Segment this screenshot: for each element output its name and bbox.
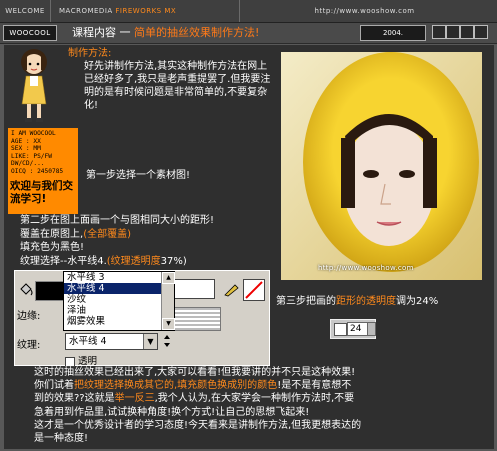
step1-text: 第一步选择一个素材图! [86, 170, 191, 181]
conclusion-text-part: 到的效果??这就是 [34, 393, 115, 405]
conclusion-text-part: 你们试着 [34, 380, 74, 392]
step3-text-part: 调为24% [396, 296, 439, 307]
conclusion-line: 你们试着把纹理选择换成其它的,填充颜色换成别的颜色!是不是有意想不 [34, 379, 486, 392]
woocool-logo[interactable]: WOOCOOL [3, 25, 57, 41]
profile-line: OICQ : 2450785 [11, 167, 64, 175]
title-highlight: 简单的抽丝效果制作方法! [134, 26, 260, 39]
opacity-value-field[interactable]: 24 [347, 322, 369, 336]
macromedia-label: MACROMEDIA [59, 7, 113, 15]
profile-line: AGE : XX [11, 137, 41, 145]
intro-paragraph: 好先讲制作方法,其实这种制作方法在网上已经好多了,我只是老声重提罢了.但我要注明… [84, 61, 271, 111]
conclusion-text-part: !是不是有意想不 [277, 380, 352, 392]
texture-amount-arrows-icon[interactable] [163, 333, 171, 349]
maximize-button[interactable] [446, 25, 460, 39]
profile-line: DW/CD/... [11, 160, 45, 168]
opacity-spinner: 24 [330, 319, 376, 339]
scroll-down-icon[interactable]: ▼ [162, 318, 175, 330]
welcome-link[interactable]: WELCOME [0, 0, 51, 22]
chevron-down-icon[interactable]: ▼ [143, 334, 157, 349]
sample-photo [281, 52, 482, 280]
stroke-none-icon[interactable] [243, 279, 265, 301]
pencil-icon [224, 284, 239, 297]
photo-watermark: http://www.wooshow.com [318, 264, 414, 272]
conclusion-line: 这才是一个优秀设计者的学习态度!今天看来是讲制作方法,但我更想表达的 [34, 419, 362, 431]
conclusion-paragraph: 这时的抽丝效果已经出来了,大家可以看看!但我要讲的并不只是这种效果! 你们试着把… [34, 366, 486, 445]
author-profile-card: I AM WOOCOOL AGE : XX SEX : MM LIKE: PS/… [8, 128, 78, 214]
step2-line: 覆盖在原图上,(全部覆盖) [20, 228, 268, 242]
close-button[interactable] [474, 25, 488, 39]
scroll-up-icon[interactable]: ▲ [162, 272, 175, 284]
transparent-checkbox-row[interactable]: 透明 [65, 353, 97, 367]
texture-select-value: 水平线 4 [69, 336, 107, 347]
step2-text-part: 纹理选择--水平线4. [20, 255, 107, 267]
step2-line: 第二步在图上面画一个与图相同大小的距形! [20, 215, 215, 226]
conclusion-text-part: ,我个人认为,在大家学会一种制作方法时,不要 [154, 393, 355, 405]
step2-text-part: 覆盖在原图上, [20, 228, 84, 240]
conclusion-line: 急着用到作品里,试试换种角度!换个方式!让自己的思想飞起来! [34, 406, 310, 418]
profile-line: I AM WOOCOOL [11, 130, 56, 137]
year-badge: 2004. [360, 25, 426, 41]
course-label: 课程内容 一 [72, 26, 131, 39]
conclusion-line: 这时的抽丝效果已经出来了,大家可以看看!但我要讲的并不只是这种效果! [34, 367, 356, 378]
dropdown-option[interactable]: 水平线 3 [64, 272, 174, 283]
paint-bucket-icon [20, 283, 33, 296]
step3-text-part: 第三步把画的 [276, 296, 336, 307]
conclusion-highlight: 举一反三 [114, 393, 155, 405]
conclusion-line: 是一种态度! [34, 433, 89, 445]
page-title: 课程内容 一 简单的抽丝效果制作方法! [72, 24, 259, 42]
dropdown-option-selected[interactable]: 水平线 4 [64, 283, 174, 294]
texture-select[interactable]: 水平线 4 ▼ [65, 333, 158, 350]
help-button[interactable] [460, 25, 474, 39]
fill-properties-panel: 边缘: 纹理: 水平线 4 ▼ 透明 水平线 3 水平线 4 沙纹 泽油 烟雾效… [14, 270, 270, 367]
macromedia-fireworks-link[interactable]: MACROMEDIA FIREWORKS MX [51, 0, 240, 22]
transparent-checkbox[interactable] [65, 356, 75, 367]
conclusion-line: 到的效果??这就是举一反三,我个人认为,在大家学会一种制作方法时,不要 [34, 392, 486, 405]
mascot-girl-icon [21, 49, 47, 122]
dropdown-scrollbar[interactable]: ▲ ▼ [161, 272, 175, 330]
profile-line: LIKE: PS/FW [11, 152, 52, 160]
dropdown-option[interactable]: 沙纹 [64, 294, 174, 305]
step3-highlight: 距形的透明度 [336, 296, 396, 307]
profile-info: I AM WOOCOOL AGE : XX SEX : MM LIKE: PS/… [11, 130, 63, 176]
opacity-dropdown-arrow[interactable] [367, 322, 376, 336]
minimize-button[interactable] [432, 25, 446, 39]
site-url-link[interactable]: http://www.wooshow.com [232, 0, 497, 22]
method-heading: 制作方法: [68, 48, 112, 59]
step2-line: 纹理选择--水平线4.(纹理透明度37%) [20, 255, 268, 269]
profile-line: SEX : MM [11, 145, 41, 153]
step2-line: 填充色为黑色! [20, 242, 85, 253]
texture-label: 纹理: [17, 340, 41, 351]
edge-label: 边缘: [17, 311, 41, 322]
texture-dropdown-list: 水平线 3 水平线 4 沙纹 泽油 烟雾效果 ▲ ▼ [63, 271, 175, 331]
conclusion-highlight: 把纹理选择换成其它的,填充颜色换成别的颜色 [74, 380, 278, 392]
step2-highlight: (全部覆盖) [83, 228, 131, 240]
dropdown-option[interactable]: 泽油 [64, 305, 174, 316]
opacity-icon [334, 323, 347, 336]
window-controls [432, 25, 488, 39]
profile-welcome-text: 欢迎与我们交流学习! [10, 180, 73, 205]
dropdown-option[interactable]: 烟雾效果 [64, 316, 174, 327]
fireworks-label: FIREWORKS MX [115, 7, 177, 15]
step2-text: 第二步在图上面画一个与图相同大小的距形! 覆盖在原图上,(全部覆盖) 填充色为黑… [20, 214, 268, 268]
step2-highlight: (纹理透明度 [106, 255, 161, 267]
step2-text-part: 37%) [160, 255, 187, 267]
step3-text: 第三步把画的距形的透明度调为24% [276, 292, 438, 307]
